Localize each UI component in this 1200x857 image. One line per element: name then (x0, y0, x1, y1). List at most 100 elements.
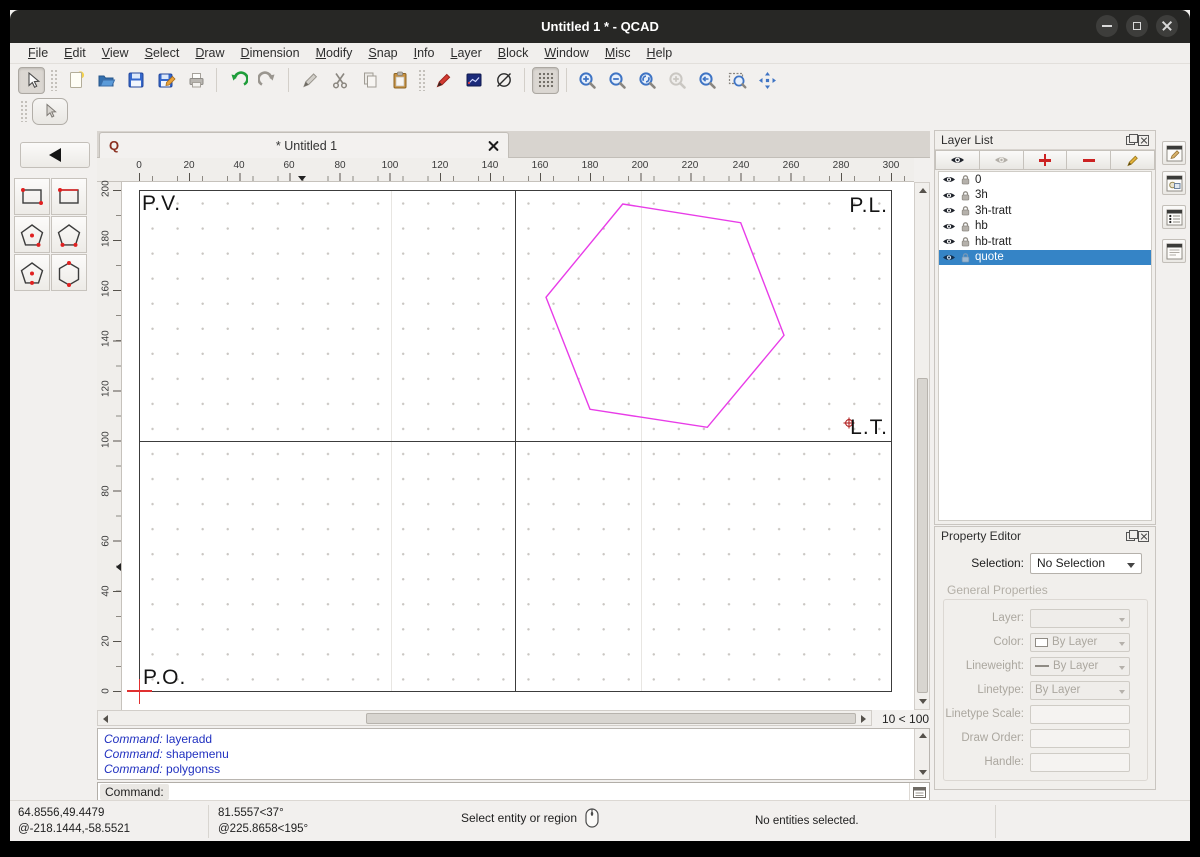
menu-draw[interactable]: Draw (187, 44, 232, 62)
vertical-scrollbar[interactable] (914, 182, 930, 710)
rectangle-size-tool[interactable] (51, 178, 87, 215)
paste-button[interactable] (386, 67, 413, 94)
float-panel-icon[interactable] (1126, 532, 1135, 541)
draw-order-input[interactable] (1030, 729, 1130, 748)
new-file-button[interactable] (62, 67, 89, 94)
tab-close-icon[interactable] (488, 140, 499, 151)
color-dropdown[interactable]: By Layer (1030, 633, 1130, 652)
back-button[interactable] (20, 142, 90, 168)
polygon-center-corner-tool[interactable] (14, 216, 50, 253)
drawing-preferences-button[interactable] (430, 67, 457, 94)
selection-dropdown[interactable]: No Selection (1030, 553, 1142, 574)
float-panel-icon[interactable] (1126, 136, 1135, 145)
history-scrollbar[interactable] (914, 729, 929, 779)
zoom-out-button[interactable] (604, 67, 631, 94)
layer-list-toggle[interactable] (1162, 205, 1186, 229)
scroll-up-icon[interactable] (919, 733, 927, 738)
menu-snap[interactable]: Snap (360, 44, 405, 62)
auto-zoom-button[interactable] (634, 67, 661, 94)
polygon-corner-corner-tool[interactable] (51, 216, 87, 253)
menu-dimension[interactable]: Dimension (233, 44, 308, 62)
layer-list-title-bar[interactable]: Layer List (935, 131, 1155, 149)
drawing-canvas[interactable]: P.V. P.L. L.T. P.O. (122, 182, 914, 710)
scroll-right-icon[interactable] (861, 715, 866, 723)
ruler-label: 240 (733, 160, 750, 171)
undo-button[interactable] (224, 67, 251, 94)
layer-row-selected[interactable]: quote (939, 250, 1151, 266)
layer-row[interactable]: hb (939, 219, 1151, 235)
application-preferences-button[interactable] (460, 67, 487, 94)
redo-button[interactable] (254, 67, 281, 94)
menu-modify[interactable]: Modify (308, 44, 361, 62)
toolbar-grip[interactable] (50, 69, 57, 91)
command-input[interactable] (169, 784, 909, 800)
menu-view[interactable]: View (94, 44, 137, 62)
show-all-layers-button[interactable] (935, 150, 980, 170)
lineweight-dropdown[interactable]: By Layer (1030, 657, 1130, 676)
layer-row[interactable]: 3h (939, 188, 1151, 204)
copy-button[interactable] (356, 67, 383, 94)
menu-misc[interactable]: Misc (597, 44, 639, 62)
maximize-button[interactable] (1126, 15, 1148, 37)
property-editor-toggle[interactable] (1162, 141, 1186, 165)
menu-window[interactable]: Window (536, 44, 596, 62)
layer-row[interactable]: 0 (939, 172, 1151, 188)
command-options-button[interactable] (909, 783, 929, 801)
document-tab[interactable]: Q * Untitled 1 (99, 132, 509, 158)
layer-dropdown[interactable] (1030, 609, 1130, 628)
previous-view-button[interactable] (694, 67, 721, 94)
save-as-button[interactable] (152, 67, 179, 94)
layer-row[interactable]: hb-tratt (939, 234, 1151, 250)
horizontal-scrollbar[interactable] (97, 710, 872, 726)
menu-block[interactable]: Block (490, 44, 537, 62)
open-file-button[interactable] (92, 67, 119, 94)
menu-help[interactable]: Help (639, 44, 681, 62)
menu-layer[interactable]: Layer (443, 44, 490, 62)
cut-button[interactable] (326, 67, 353, 94)
pan-button[interactable] (754, 67, 781, 94)
save-button[interactable] (122, 67, 149, 94)
hexagon-entity[interactable] (122, 182, 914, 710)
minimize-button[interactable] (1096, 15, 1118, 37)
scroll-left-icon[interactable] (103, 715, 108, 723)
polygon-side-side-tool[interactable] (51, 254, 87, 291)
cursor-position-marker (116, 563, 121, 571)
menu-info[interactable]: Info (406, 44, 443, 62)
zoom-window-button[interactable] (724, 67, 751, 94)
selection-tool-button[interactable] (32, 98, 68, 125)
pen-button[interactable] (296, 67, 323, 94)
menu-select[interactable]: Select (137, 44, 188, 62)
menu-file[interactable]: File (20, 44, 56, 62)
close-panel-icon[interactable] (1138, 135, 1149, 146)
toolbar-grip[interactable] (20, 100, 27, 122)
edit-layer-button[interactable] (1111, 150, 1155, 170)
property-editor-title-bar[interactable]: Property Editor (935, 527, 1155, 545)
scroll-down-icon[interactable] (919, 770, 927, 775)
polygon-center-side-tool[interactable] (14, 254, 50, 291)
handle-input[interactable] (1030, 753, 1130, 772)
hide-all-layers-button[interactable] (980, 150, 1024, 170)
scrollbar-thumb[interactable] (917, 378, 928, 693)
zoom-selection-button[interactable] (664, 67, 691, 94)
title-bar[interactable]: Untitled 1 * - QCAD (10, 10, 1190, 43)
menu-edit[interactable]: Edit (56, 44, 94, 62)
reset-button[interactable] (490, 67, 517, 94)
scrollbar-thumb[interactable] (366, 713, 856, 724)
close-panel-icon[interactable] (1138, 531, 1149, 542)
library-browser-toggle[interactable] (1162, 239, 1186, 263)
close-button[interactable] (1156, 15, 1178, 37)
linetype-dropdown[interactable]: By Layer (1030, 681, 1130, 700)
rectangle-2corners-tool[interactable] (14, 178, 50, 215)
linetype-scale-input[interactable] (1030, 705, 1130, 724)
scroll-down-icon[interactable] (919, 699, 927, 704)
toolbar-grip[interactable] (418, 69, 425, 91)
scroll-up-icon[interactable] (919, 188, 927, 193)
print-button[interactable] (182, 67, 209, 94)
block-list-toggle[interactable] (1162, 171, 1186, 195)
zoom-in-button[interactable] (574, 67, 601, 94)
selection-pointer-button[interactable] (18, 67, 45, 94)
layer-row[interactable]: 3h-tratt (939, 203, 1151, 219)
add-layer-button[interactable] (1024, 150, 1068, 170)
remove-layer-button[interactable] (1067, 150, 1111, 170)
grid-toggle-button[interactable] (532, 67, 559, 94)
